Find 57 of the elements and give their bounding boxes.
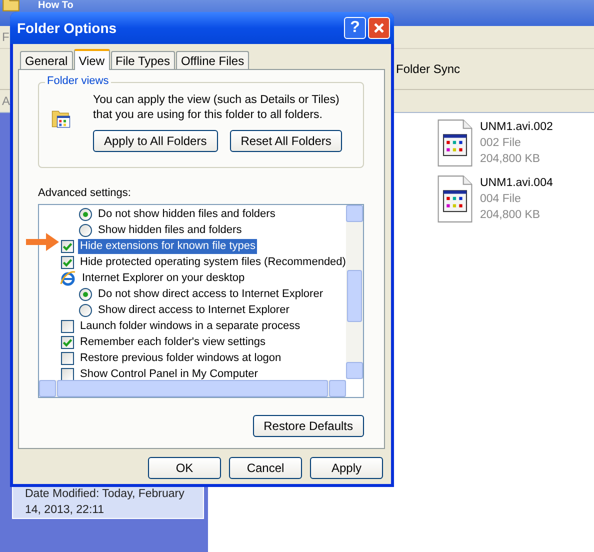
file-name[interactable]: UNM1.avi.004: [480, 175, 553, 191]
tab[interactable]: General: [20, 51, 73, 69]
setting-label[interactable]: Show hidden files and folders: [96, 222, 244, 238]
setting-label[interactable]: Do not show direct access to Internet Explorer: [96, 286, 325, 302]
close-button[interactable]: [368, 17, 390, 39]
description-text: You can apply the view (such as Details or Tiles) that you are using for this folder to all folders.: [93, 93, 340, 123]
scroll-thumb[interactable]: [347, 270, 362, 322]
toolbar-button[interactable]: Folder Sync: [396, 62, 460, 76]
setting-label[interactable]: Hide protected operating system files (Recommended): [78, 254, 348, 270]
checkbox[interactable]: [61, 336, 74, 348]
radio-button[interactable]: [79, 208, 92, 220]
dialog-button[interactable]: Apply: [310, 457, 383, 479]
setting-label[interactable]: Hide extensions for known file types: [78, 238, 258, 254]
close-icon: [373, 22, 385, 34]
restore-defaults-button[interactable]: Restore Defaults: [252, 415, 364, 437]
setting-label[interactable]: Do not show hidden files and folders: [96, 206, 278, 222]
section-label: Advanced settings:: [38, 186, 132, 200]
dialog-button[interactable]: OK: [148, 457, 221, 479]
dialog-button[interactable]: Cancel: [229, 457, 302, 479]
push-button[interactable]: Apply to All Folders: [93, 130, 218, 152]
file-type: 004 File: [480, 192, 522, 207]
file-name[interactable]: UNM1.avi.002: [480, 119, 553, 135]
file-type: 002 File: [480, 136, 522, 151]
check-icon: [62, 336, 73, 348]
window-title: How To: [37, 0, 74, 11]
file-size: 204,800 KB: [480, 208, 542, 223]
browser-icon: [60, 270, 76, 286]
setting-label[interactable]: Remember each folder's view settings: [78, 334, 268, 350]
address-label: A: [2, 94, 10, 108]
window-title: Folder Options: [17, 20, 118, 36]
file-icon: [436, 175, 474, 223]
tab[interactable]: Offline Files: [176, 51, 250, 69]
setting-label[interactable]: Internet Explorer on your desktop: [80, 270, 247, 286]
checkbox[interactable]: [61, 352, 74, 364]
setting-label[interactable]: Restore previous folder windows at logon: [78, 350, 284, 366]
details-text: Date Modified: Today, February 14, 2013, 22:11: [25, 487, 186, 518]
radio-button[interactable]: [79, 224, 92, 236]
checkbox[interactable]: [61, 320, 74, 332]
check-icon: [62, 240, 73, 252]
file-icon: [436, 119, 474, 167]
check-icon: [62, 256, 73, 268]
tab[interactable]: File Types: [110, 51, 175, 69]
checkbox[interactable]: [61, 256, 74, 268]
radio-button[interactable]: [79, 288, 92, 300]
file-size: 204,800 KB: [480, 152, 542, 167]
group-legend: Folder views: [45, 75, 111, 87]
folder-icon: [2, 0, 20, 12]
checkbox[interactable]: [61, 240, 74, 252]
tab[interactable]: View: [74, 49, 110, 70]
setting-label[interactable]: Show Control Panel in My Computer: [78, 366, 260, 382]
push-button[interactable]: Reset All Folders: [230, 130, 342, 152]
help-button[interactable]: ?: [344, 17, 366, 39]
vertical-scrollbar[interactable]: [346, 205, 363, 379]
setting-label[interactable]: Launch folder windows in a separate process: [78, 318, 302, 334]
checkbox[interactable]: [61, 368, 74, 380]
radio-button[interactable]: [79, 304, 92, 316]
setting-label[interactable]: Show direct access to Internet Explorer: [96, 302, 292, 318]
